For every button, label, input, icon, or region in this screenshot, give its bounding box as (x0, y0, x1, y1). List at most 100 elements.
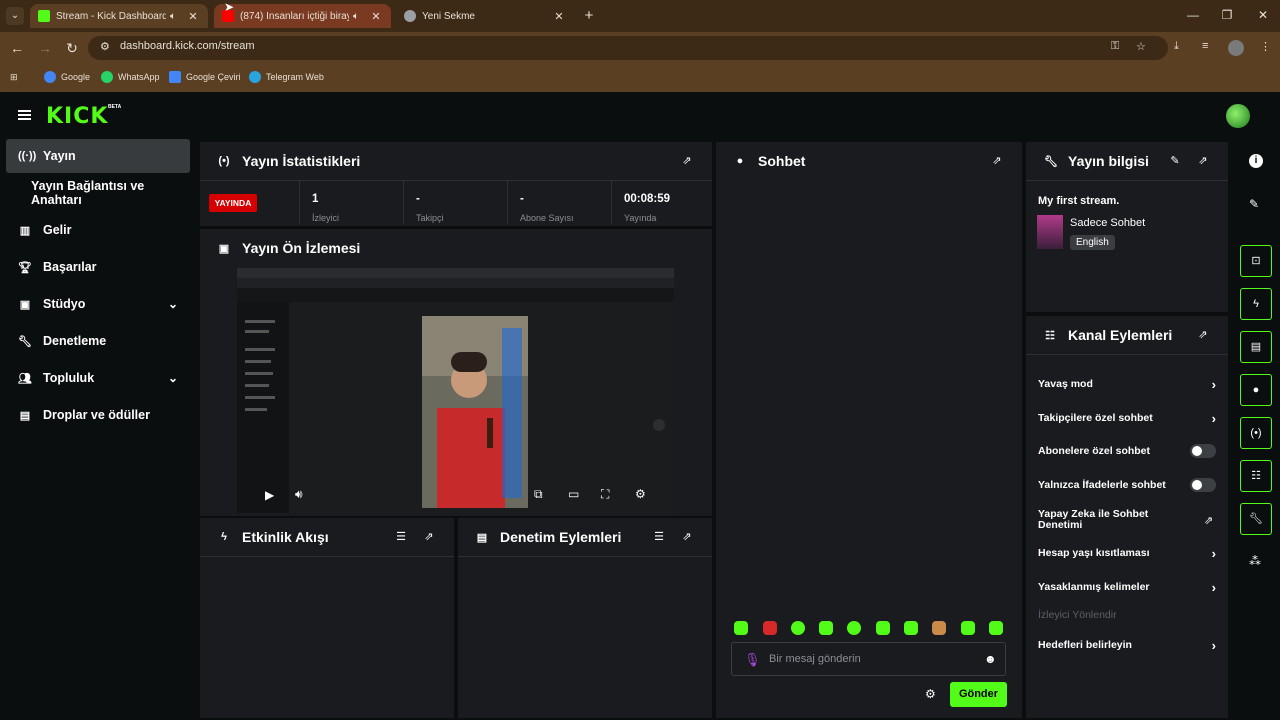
sidebar-item-stream-key[interactable]: Yayın Bağlantısı ve Anahtarı (6, 176, 190, 210)
popout-icon[interactable]: ⇗ (990, 154, 1004, 168)
popout-icon[interactable]: ⇗ (680, 154, 694, 168)
emote-icon[interactable] (819, 621, 833, 635)
rail-wrench-button[interactable]: 🔧︎ (1240, 503, 1272, 535)
stream-category[interactable]: Sadece Sohbet (1070, 217, 1145, 229)
filter-icon[interactable]: ☰ (394, 530, 408, 544)
language-badge: English (1070, 235, 1115, 250)
rail-document-button[interactable]: ▤ (1240, 331, 1272, 363)
minimize-icon[interactable]: — (1186, 8, 1200, 22)
stat-label: İzleyici (312, 213, 340, 223)
rail-chat-button[interactable]: ● (1240, 374, 1272, 406)
microphone-icon[interactable]: 🎙︎ (744, 652, 761, 668)
send-button[interactable]: Gönder (950, 682, 1007, 707)
close-tab-icon[interactable]: ✕ (552, 10, 566, 23)
tab-list-chevron-icon[interactable]: ⌄ (6, 7, 24, 25)
bookmark-telegram[interactable]: Telegram Web (249, 70, 324, 84)
fullscreen-icon[interactable]: ⛶ (601, 487, 609, 502)
emote-icon[interactable] (876, 621, 890, 635)
reload-icon[interactable]: ↻ (64, 40, 80, 56)
tab-youtube-video[interactable]: (874) İnsanları içtiği biraya gö 🔈︎ ✕ (214, 4, 391, 28)
chat-input-box[interactable]: 🎙︎ Bir mesaj gönderin ☻ (731, 642, 1006, 676)
volume-icon[interactable]: 🔊︎ (295, 487, 303, 502)
bookmark-whatsapp[interactable]: WhatsApp (101, 70, 160, 84)
banned-words-row[interactable]: Yasaklanmış kelimeler › (1038, 577, 1218, 597)
window-close-icon[interactable]: ✕ (1256, 8, 1270, 22)
emote-icon[interactable] (961, 621, 975, 635)
emote-icon[interactable] (989, 621, 1003, 635)
slow-mode-row[interactable]: Yavaş mod › (1038, 374, 1218, 394)
sidebar-item-studyo[interactable]: ▣ Stüdyo ⌄ (6, 287, 190, 321)
filter-icon[interactable]: ☰ (652, 530, 666, 544)
address-url[interactable]: dashboard.kick.com/stream (120, 40, 255, 52)
back-arrow-icon[interactable]: ← (9, 40, 25, 56)
edit-pencil-icon[interactable]: ✎ (1168, 154, 1182, 168)
kick-favicon-icon (38, 10, 50, 22)
edit-pencil-icon[interactable]: ✎ (1249, 197, 1259, 211)
more-apps-icon[interactable]: ⁂ (1249, 554, 1261, 568)
close-tab-icon[interactable]: ✕ (369, 10, 383, 23)
chat-settings-gear-icon[interactable]: ⚙ (925, 687, 936, 701)
preview-frame-image (237, 268, 674, 513)
maximize-icon[interactable]: ❐ (1220, 8, 1234, 22)
bookmark-google[interactable]: Google (44, 70, 90, 84)
account-age-row[interactable]: Hesap yaşı kısıtlaması › (1038, 543, 1218, 563)
rail-broadcast-button[interactable]: (•) (1240, 417, 1272, 449)
sidebar-item-droplar[interactable]: ▤ Droplar ve ödüller (6, 398, 190, 432)
hamburger-menu-icon[interactable] (18, 110, 31, 120)
emote-icon[interactable] (763, 621, 777, 635)
user-avatar[interactable] (1226, 104, 1250, 128)
row-label: Hesap yaşı kısıtlaması (1038, 547, 1150, 559)
speaker-icon[interactable]: 🔈︎ (166, 11, 180, 22)
sidebar-item-yayin[interactable]: ((·)) Yayın (6, 139, 190, 173)
password-key-icon[interactable]: ⚿ (1111, 40, 1119, 53)
rail-channel-actions-button[interactable]: ☷ (1240, 460, 1272, 492)
followers-only-row[interactable]: Takipçilere özel sohbet › (1038, 408, 1218, 428)
popout-icon[interactable]: ⇗ (1196, 154, 1210, 168)
rail-lightning-button[interactable]: ϟ (1240, 288, 1272, 320)
bookmark-google-ceviri[interactable]: Google Çeviri (169, 70, 241, 84)
apps-grid-icon[interactable]: ⊞ (10, 70, 18, 84)
rail-screenshot-button[interactable]: ⊡ (1240, 245, 1272, 277)
close-tab-icon[interactable]: ✕ (186, 10, 200, 23)
emote-icon[interactable] (847, 621, 861, 635)
popout-icon[interactable]: ⇗ (422, 530, 436, 544)
row-label: Hedefleri belirleyin (1038, 639, 1132, 651)
chevron-right-icon: › (1211, 579, 1216, 595)
sidebar-item-basarilar[interactable]: 🏆︎ Başarılar (6, 250, 190, 284)
forward-arrow-icon[interactable]: → (37, 40, 53, 56)
kick-logo[interactable]: KICK (46, 104, 108, 129)
stream-preview-video[interactable]: ▶ 🔊︎ ⧉ ▭ ⛶ ⚙ (237, 268, 674, 513)
chat-input-placeholder[interactable]: Bir mesaj gönderin (769, 653, 861, 665)
emote-icon[interactable] (734, 621, 748, 635)
emote-icon[interactable] (932, 621, 946, 635)
panel-title: Kanal Eylemleri (1068, 327, 1173, 343)
sidebar-item-gelir[interactable]: ▥ Gelir (6, 213, 190, 247)
info-icon[interactable]: i (1249, 154, 1263, 168)
pip-icon[interactable]: ⧉ (534, 487, 543, 502)
emotes-only-toggle[interactable] (1190, 478, 1216, 492)
play-icon[interactable]: ▶ (265, 488, 274, 502)
settings-gear-icon[interactable]: ⚙ (635, 487, 646, 501)
external-link-icon[interactable]: ⇗ (1204, 514, 1213, 527)
download-icon[interactable]: ⤓ (1174, 40, 1179, 53)
ai-moderation-row[interactable]: Yapay Zeka ile Sohbet Denetimi (1038, 508, 1188, 532)
sidebar-item-topluluk[interactable]: 👥︎ Topluluk ⌄ (6, 361, 190, 395)
popout-icon[interactable]: ⇗ (1196, 328, 1210, 342)
new-tab-plus-icon[interactable]: + (581, 8, 597, 24)
site-settings-icon[interactable]: ⚙ (100, 40, 110, 53)
tab-new-tab[interactable]: Yeni Sekme ✕ (396, 4, 574, 28)
emote-icon[interactable] (904, 621, 918, 635)
menu-kebab-icon[interactable]: ⋮ (1260, 40, 1271, 53)
speaker-icon[interactable]: 🔈︎ (349, 11, 363, 22)
theater-mode-icon[interactable]: ▭ (568, 487, 579, 501)
sidebar-item-denetleme[interactable]: 🔧︎ Denetleme (6, 324, 190, 358)
popout-icon[interactable]: ⇗ (680, 530, 694, 544)
profile-avatar-icon[interactable] (1228, 40, 1244, 56)
tab-kick-dashboard[interactable]: Stream - Kick Dashboard 🔈︎ ✕ (30, 4, 208, 28)
media-queue-icon[interactable]: ≡ (1202, 40, 1208, 52)
subscribers-only-toggle[interactable] (1190, 444, 1216, 458)
emoji-smile-icon[interactable]: ☻ (984, 652, 997, 666)
set-goals-row[interactable]: Hedefleri belirleyin › (1038, 635, 1218, 655)
bookmark-star-icon[interactable]: ☆ (1136, 40, 1146, 53)
emote-icon[interactable] (791, 621, 805, 635)
